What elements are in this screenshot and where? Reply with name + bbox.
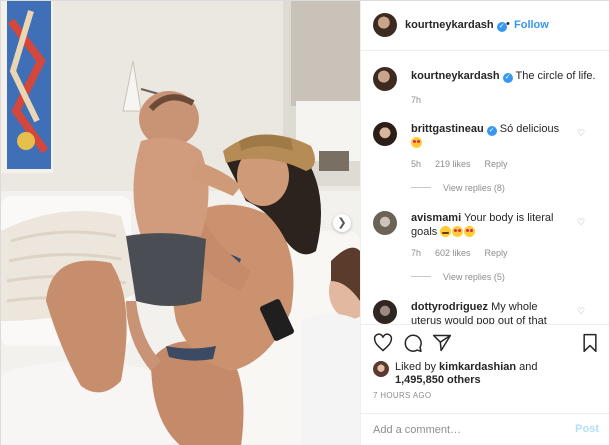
comment-meta: 5h 219 likes Reply [411, 159, 522, 169]
replies-divider [411, 276, 431, 277]
heart-eyes-emoji-icon [464, 226, 476, 237]
liked-by-avatar[interactable] [373, 361, 389, 377]
liked-by-prefix: Liked by [395, 361, 436, 373]
post-actions: Liked by kimkardashian and 1,495,850 oth… [361, 324, 609, 445]
post-sidebar: kourtneykardash ✓ • Follow kourtneykardas… [360, 1, 609, 445]
caption-username[interactable]: kourtneykardash [411, 70, 500, 82]
caption-text: The circle of life. [515, 70, 596, 82]
liked-by-user[interactable]: kimkardashian [439, 361, 516, 373]
comment-icon[interactable] [403, 333, 423, 353]
post-modal: ❯ kourtneykardash ✓ • Follow kourtneykard… [0, 0, 609, 445]
comment-like-heart-icon[interactable]: ♡ [577, 217, 585, 228]
commenter-username[interactable]: dottyrodriguez [411, 301, 488, 313]
post-header: kourtneykardash ✓ • Follow [361, 1, 609, 51]
commenter-avatar[interactable] [373, 300, 397, 324]
verified-badge-icon: ✓ [486, 126, 497, 136]
commenter-avatar[interactable] [373, 211, 397, 235]
reply-button[interactable]: Reply [485, 159, 508, 169]
heart-eyes-emoji-icon [411, 137, 422, 148]
replies-divider [411, 187, 431, 188]
commenter-username[interactable]: brittgastineau [411, 123, 484, 135]
comment-body: Só delicious [499, 123, 560, 135]
comment-text: avismami Your body is literal goals [411, 211, 571, 239]
add-comment-input[interactable] [373, 422, 563, 438]
caption-avatar[interactable] [373, 67, 397, 91]
caption-time: 7h [411, 95, 435, 105]
photo-illustration [1, 1, 360, 445]
chevron-right-icon[interactable]: ❯ [333, 214, 351, 232]
share-icon[interactable] [432, 333, 452, 353]
liked-by: Liked by kimkardashian and 1,495,850 oth… [395, 361, 538, 387]
likes-count[interactable]: 1,495,850 others [395, 374, 481, 386]
author-username-text[interactable]: kourtneykardash [405, 19, 494, 31]
post-comment-button[interactable]: Post [575, 423, 599, 435]
comments-list[interactable]: kourtneykardash ✓ The circle of life. 7h … [361, 52, 609, 324]
heart-eyes-emoji-icon [452, 226, 464, 237]
reply-button[interactable]: Reply [485, 248, 508, 258]
caption-time-text: 7h [411, 95, 422, 105]
bookmark-icon[interactable] [581, 333, 599, 353]
comment-time: 7h [411, 248, 422, 258]
commenter-avatar[interactable] [373, 122, 397, 146]
post-photo[interactable]: ❯ [1, 1, 360, 445]
commenter-username[interactable]: avismami [411, 212, 461, 224]
comment-like-heart-icon[interactable]: ♡ [577, 306, 585, 317]
comment-likes[interactable]: 602 likes [435, 248, 471, 258]
comment-like-heart-icon[interactable]: ♡ [577, 128, 585, 139]
comment-likes[interactable]: 219 likes [435, 159, 471, 169]
add-comment-bar: Post [361, 413, 609, 445]
verified-badge-icon: ✓ [502, 73, 513, 83]
view-replies-label[interactable]: View replies (8) [443, 183, 505, 193]
post-timestamp[interactable]: 7 HOURS AGO [373, 391, 431, 400]
heart-icon[interactable] [373, 333, 393, 353]
separator-dot: • [506, 18, 510, 30]
liked-by-and: and [519, 361, 538, 373]
comment-time: 5h [411, 159, 422, 169]
author-username[interactable]: kourtneykardash ✓ [405, 19, 507, 32]
follow-button[interactable]: Follow [514, 19, 549, 31]
tears-of-joy-emoji-icon [440, 226, 452, 237]
view-replies-label[interactable]: View replies (5) [443, 272, 505, 282]
view-replies[interactable]: View replies (5) [411, 272, 505, 282]
comment-meta: 7h 602 likes Reply [411, 248, 522, 258]
comment-text: brittgastineau ✓ Só delicious [411, 122, 571, 150]
caption: kourtneykardash ✓ The circle of life. [411, 69, 599, 83]
author-avatar[interactable] [373, 13, 397, 37]
view-replies[interactable]: View replies (8) [411, 183, 505, 193]
comment-text: dottyrodriguez My whole uterus would pop… [411, 300, 571, 324]
